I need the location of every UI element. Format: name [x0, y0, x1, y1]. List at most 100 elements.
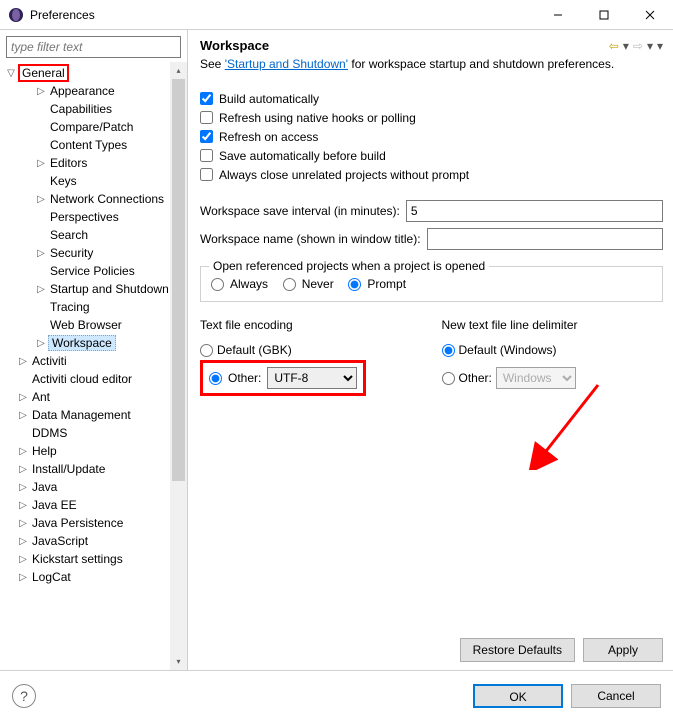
forward-icon[interactable]: ⇨ [633, 39, 643, 53]
tree-item-activiticloud[interactable]: Activiti cloud editor [4, 370, 187, 388]
help-icon[interactable]: ? [12, 684, 36, 708]
encoding-default-radio[interactable] [200, 344, 213, 357]
tree-item-webbrowser[interactable]: Web Browser [4, 316, 187, 334]
encoding-legend: Text file encoding [200, 318, 422, 332]
tree-item-servicepolicies[interactable]: Service Policies [4, 262, 187, 280]
filter-input[interactable] [6, 36, 181, 58]
tree-item-ddms[interactable]: DDMS [4, 424, 187, 442]
ok-button[interactable]: OK [473, 684, 563, 708]
tree-item-javascript[interactable]: ▷JavaScript [4, 532, 187, 550]
tree-item-kickstart[interactable]: ▷Kickstart settings [4, 550, 187, 568]
scroll-up-icon[interactable]: ▴ [170, 62, 187, 79]
restore-defaults-button[interactable]: Restore Defaults [460, 638, 575, 662]
tree-item-capabilities[interactable]: Capabilities [4, 100, 187, 118]
minimize-button[interactable] [535, 0, 581, 30]
expand-icon[interactable]: ▷ [16, 410, 30, 421]
tree-item-security[interactable]: ▷Security [4, 244, 187, 262]
expand-icon[interactable]: ▷ [16, 392, 30, 403]
open-ref-always-radio[interactable] [211, 278, 224, 291]
expand-icon[interactable]: ▷ [16, 500, 30, 511]
save-before-build-checkbox[interactable] [200, 149, 213, 162]
delimiter-default-radio[interactable] [442, 344, 455, 357]
tree-item-appearance[interactable]: ▷Appearance [4, 82, 187, 100]
tree-item-activiti[interactable]: ▷Activiti [4, 352, 187, 370]
close-unrelated-checkbox[interactable] [200, 168, 213, 181]
filter-field[interactable] [6, 36, 181, 58]
expand-icon[interactable]: ▷ [16, 482, 30, 493]
open-ref-prompt-radio[interactable] [348, 278, 361, 291]
tree-item-startup[interactable]: ▷Startup and Shutdown [4, 280, 187, 298]
close-button[interactable] [627, 0, 673, 30]
expand-icon[interactable]: ▷ [34, 86, 48, 97]
tree-item-javapersistence[interactable]: ▷Java Persistence [4, 514, 187, 532]
scroll-down-icon[interactable]: ▾ [170, 653, 187, 670]
expand-icon[interactable]: ▷ [16, 554, 30, 565]
back-icon[interactable]: ⇦ [609, 39, 619, 53]
refresh-access-checkbox[interactable] [200, 130, 213, 143]
forward-menu-icon[interactable]: ▾ [647, 39, 653, 53]
tree-item-keys[interactable]: Keys [4, 172, 187, 190]
tree-item-datamgmt[interactable]: ▷Data Management [4, 406, 187, 424]
close-unrelated-label: Always close unrelated projects without … [219, 168, 469, 182]
expand-icon[interactable]: ▷ [34, 338, 48, 349]
open-referenced-group: Open referenced projects when a project … [200, 266, 663, 302]
preferences-tree[interactable]: ▽ General ▷Appearance Capabilities Compa… [0, 62, 187, 670]
tree-item-javaee[interactable]: ▷Java EE [4, 496, 187, 514]
refresh-access-label: Refresh on access [219, 130, 318, 144]
tree-item-install[interactable]: ▷Install/Update [4, 460, 187, 478]
encoding-other-radio[interactable] [209, 372, 222, 385]
workspace-name-input[interactable] [427, 228, 663, 250]
encoding-select[interactable]: UTF-8 [267, 367, 357, 389]
expand-icon[interactable]: ▷ [16, 464, 30, 475]
tree-item-contenttypes[interactable]: Content Types [4, 136, 187, 154]
tree-item-compare[interactable]: Compare/Patch [4, 118, 187, 136]
workspace-name-label: Workspace name (shown in window title): [200, 232, 421, 246]
encoding-other-label: Other: [228, 371, 261, 385]
save-interval-input[interactable] [406, 200, 663, 222]
tree-item-tracing[interactable]: Tracing [4, 298, 187, 316]
annotation-arrow-icon [528, 380, 608, 470]
right-pane: Workspace ⇦ ▾ ⇨ ▾ ▾ See 'Startup and Shu… [188, 30, 673, 670]
encoding-default-label: Default (GBK) [217, 343, 292, 357]
left-pane: ▽ General ▷Appearance Capabilities Compa… [0, 30, 188, 670]
expand-icon[interactable]: ▷ [34, 284, 48, 295]
maximize-button[interactable] [581, 0, 627, 30]
expand-icon[interactable]: ▷ [16, 446, 30, 457]
tree-label: General [18, 64, 69, 82]
expand-icon[interactable]: ▷ [34, 248, 48, 259]
back-menu-icon[interactable]: ▾ [623, 39, 629, 53]
delimiter-group: New text file line delimiter Default (Wi… [442, 318, 664, 390]
tree-item-search[interactable]: Search [4, 226, 187, 244]
tree-item-editors[interactable]: ▷Editors [4, 154, 187, 172]
view-menu-icon[interactable]: ▾ [657, 39, 663, 53]
scroll-thumb[interactable] [172, 79, 185, 481]
tree-item-perspectives[interactable]: Perspectives [4, 208, 187, 226]
open-ref-never-radio[interactable] [283, 278, 296, 291]
expand-icon[interactable]: ▷ [16, 572, 30, 583]
delimiter-select[interactable]: Windows [496, 367, 576, 389]
expand-icon[interactable]: ▷ [16, 356, 30, 367]
delimiter-other-radio[interactable] [442, 372, 455, 385]
build-auto-checkbox[interactable] [200, 92, 213, 105]
expand-icon[interactable]: ▷ [34, 194, 48, 205]
encoding-group: Text file encoding Default (GBK) Other: … [200, 318, 422, 390]
tree-scrollbar[interactable]: ▴ ▾ [170, 62, 187, 670]
tree-item-logcat[interactable]: ▷LogCat [4, 568, 187, 586]
tree-item-workspace[interactable]: ▷Workspace [4, 334, 187, 352]
startup-shutdown-link[interactable]: 'Startup and Shutdown' [225, 57, 348, 71]
refresh-native-checkbox[interactable] [200, 111, 213, 124]
tree-item-ant[interactable]: ▷Ant [4, 388, 187, 406]
save-interval-label: Workspace save interval (in minutes): [200, 204, 400, 218]
tree-item-java[interactable]: ▷Java [4, 478, 187, 496]
apply-button[interactable]: Apply [583, 638, 663, 662]
expand-icon[interactable]: ▷ [16, 518, 30, 529]
expand-icon[interactable]: ▷ [16, 536, 30, 547]
expand-icon[interactable]: ▷ [34, 158, 48, 169]
delimiter-default-label: Default (Windows) [459, 343, 557, 357]
collapse-icon[interactable]: ▽ [4, 68, 18, 79]
tree-item-general[interactable]: ▽ General [4, 64, 187, 82]
window-title: Preferences [30, 8, 535, 22]
tree-item-help[interactable]: ▷Help [4, 442, 187, 460]
tree-item-network[interactable]: ▷Network Connections [4, 190, 187, 208]
cancel-button[interactable]: Cancel [571, 684, 661, 708]
